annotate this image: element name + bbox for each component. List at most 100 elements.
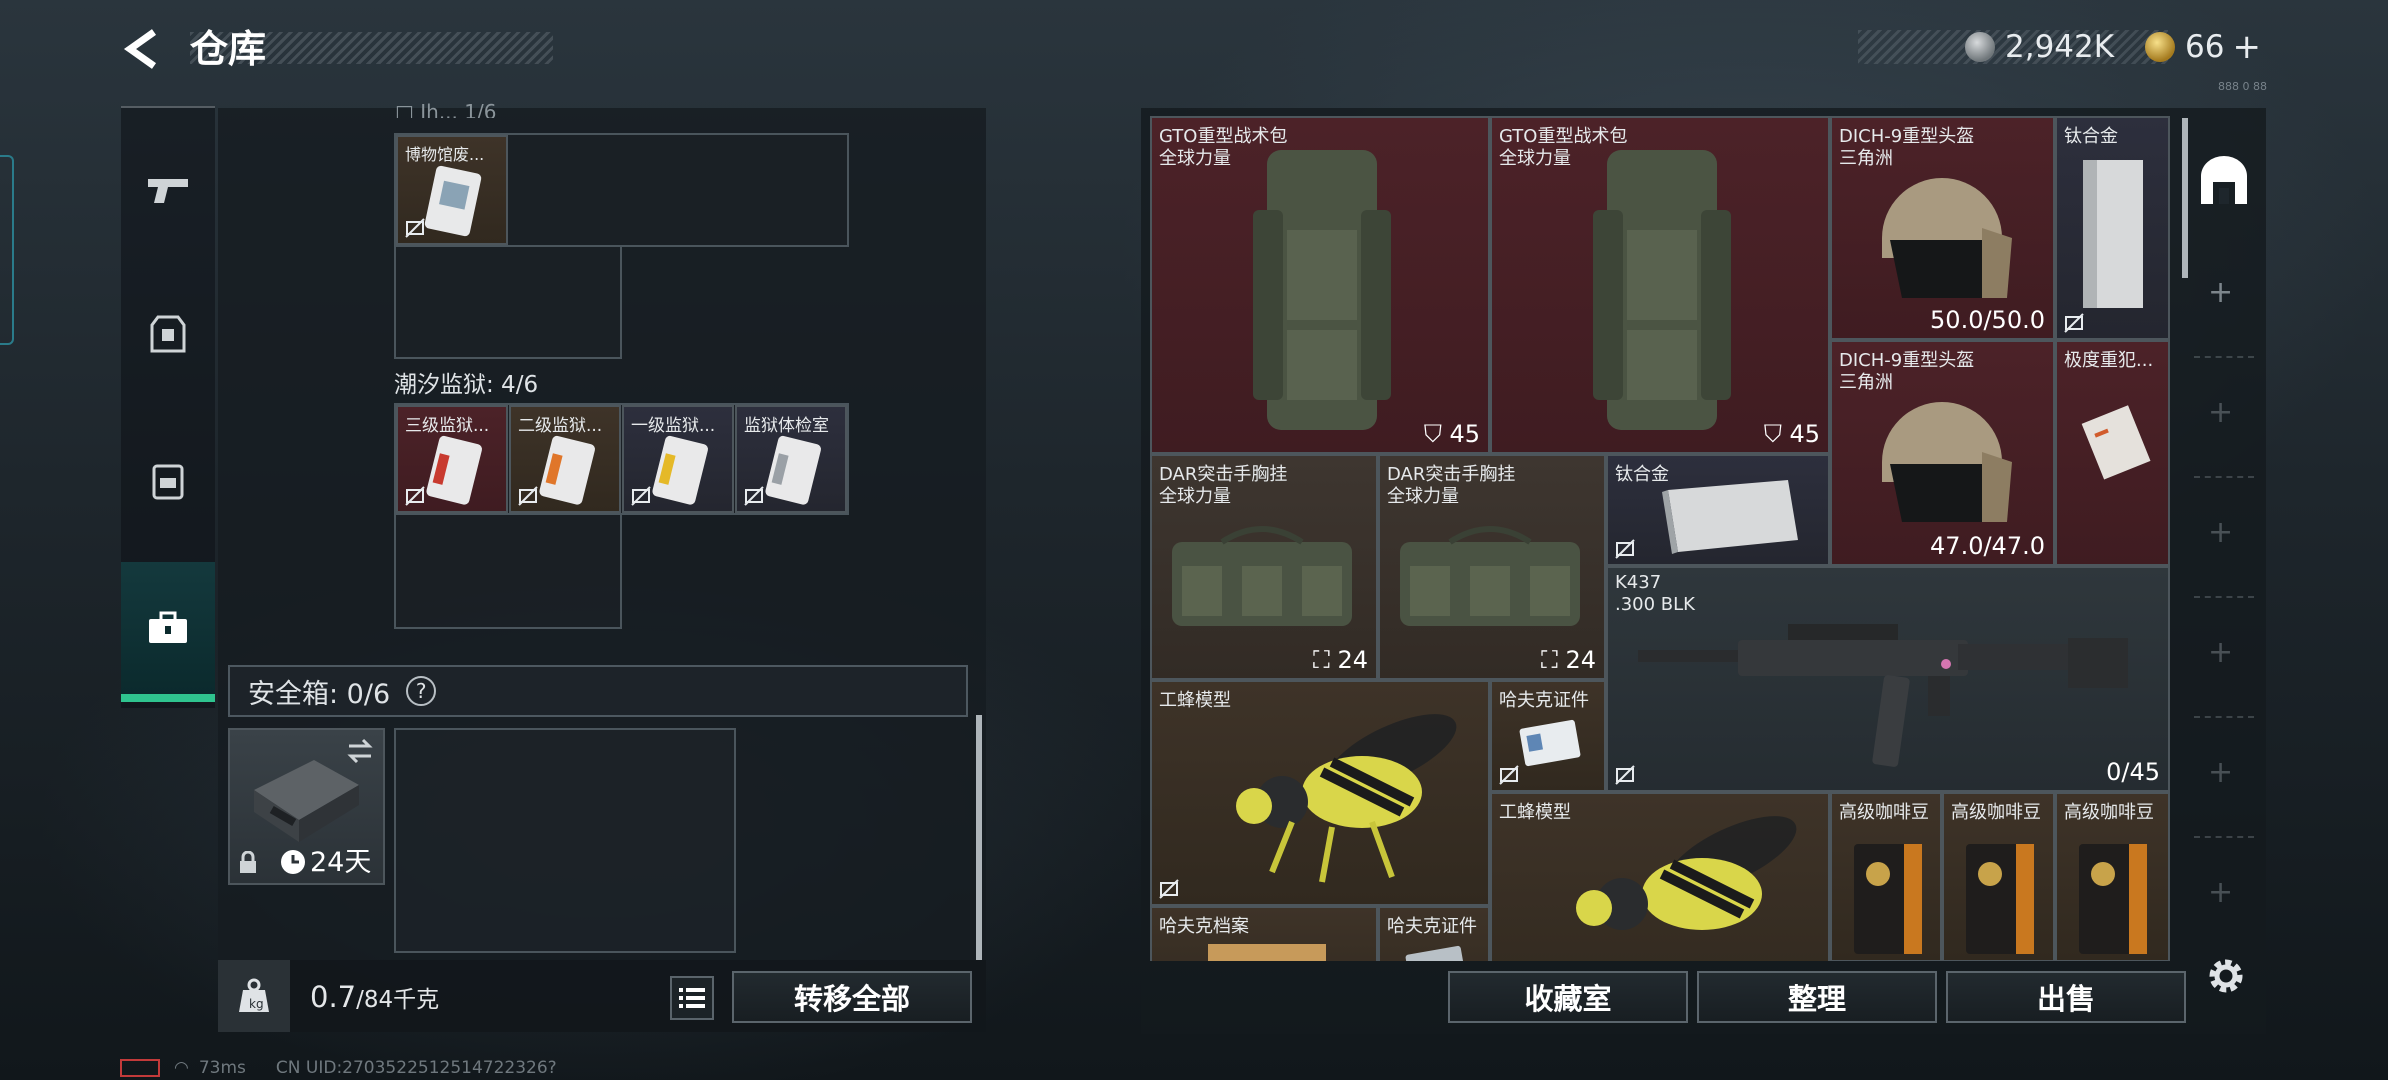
nav-weapons[interactable] xyxy=(121,145,215,235)
transfer-all-button[interactable]: 转移全部 xyxy=(732,971,972,1023)
item-label: 哈夫克证件 xyxy=(1499,690,1589,711)
coffee-bag-image xyxy=(1854,844,1922,954)
capacity-value: 45 xyxy=(1449,420,1480,448)
warehouse-icon xyxy=(2201,156,2247,204)
gold-amount: 66 xyxy=(2185,29,2225,65)
backpack-gto-1[interactable]: GTO重型战术包 全球力量 ⛉ 45 xyxy=(1150,116,1490,454)
nav-backpack[interactable] xyxy=(121,435,215,525)
list-view-button[interactable] xyxy=(670,976,714,1020)
coffee-bag-image xyxy=(2079,844,2147,954)
status-bar: ◠ 73ms CN UID:2703522512514722326? xyxy=(120,1058,557,1078)
gun-icon xyxy=(148,179,188,203)
prison-key-lv2[interactable]: 二级监狱... xyxy=(509,405,621,513)
coin-amount: 2,942K xyxy=(2005,29,2115,65)
helmet-dich9-2[interactable]: DICH-9重型头盔 三角洲 47.0/47.0 xyxy=(1830,340,2055,566)
help-icon[interactable]: ? xyxy=(406,676,437,706)
user-uid: CN UID:2703522512514722326? xyxy=(275,1058,557,1078)
backpack-gto-2[interactable]: GTO重型战术包 全球力量 ⛉ 45 xyxy=(1490,116,1830,454)
keycard-icon xyxy=(426,435,482,505)
lock-icon xyxy=(240,851,256,873)
gold-coin-icon xyxy=(2145,32,2175,62)
add-storage-tab-2[interactable]: + xyxy=(2208,395,2233,430)
metal-plate-image xyxy=(1662,480,1798,554)
add-storage-tab-4[interactable]: + xyxy=(2208,635,2233,670)
left-scrollbar[interactable] xyxy=(976,715,982,960)
backpack-icon xyxy=(152,464,184,500)
premium-coffee-beans-3[interactable]: 高级咖啡豆 xyxy=(2055,792,2170,961)
tab-divider xyxy=(2194,836,2254,838)
no-drop-icon xyxy=(1615,765,1635,785)
add-storage-tab-1[interactable]: + xyxy=(2208,275,2233,310)
gold-balance[interactable]: 66 + xyxy=(2145,27,2261,67)
swap-icon[interactable] xyxy=(345,738,375,764)
prison-clinic-key[interactable]: 监狱体检室 xyxy=(735,405,847,513)
haavk-archive[interactable]: 哈夫克档案 xyxy=(1150,906,1378,961)
battery-icon xyxy=(120,1059,160,1077)
helmet-dich9-1[interactable]: DICH-9重型头盔 三角洲 50.0/50.0 xyxy=(1830,116,2055,340)
settings-button[interactable] xyxy=(2204,954,2248,998)
add-storage-tab-3[interactable]: + xyxy=(2208,515,2233,550)
gear-icon xyxy=(2209,959,2243,993)
chest-rig-dar-1[interactable]: DAR突击手胸挂 全球力量 ⛶ 24 xyxy=(1150,454,1378,680)
prison-key-lv3[interactable]: 三级监狱... xyxy=(396,405,508,513)
worker-bee-model-1[interactable]: 工蜂模型 xyxy=(1150,680,1490,906)
nav-armor[interactable] xyxy=(121,290,215,380)
right-scrollbar[interactable] xyxy=(2182,118,2188,278)
prison-key-lv1[interactable]: 一级监狱... xyxy=(622,405,734,513)
sort-button[interactable]: 整理 xyxy=(1697,971,1937,1023)
list-icon xyxy=(679,988,705,1008)
titanium-alloy-2[interactable]: 钛合金 xyxy=(1606,454,1830,566)
keycard-icon xyxy=(765,435,821,505)
metal-plate-image xyxy=(2083,160,2143,308)
wifi-icon: ◠ xyxy=(174,1058,189,1078)
rifle-k437[interactable]: K437 .300 BLK 0/45 xyxy=(1606,566,2170,792)
no-drop-icon xyxy=(405,486,425,506)
premium-coffee-beans-1[interactable]: 高级咖啡豆 xyxy=(1830,792,1942,961)
add-storage-tab-5[interactable]: + xyxy=(2208,755,2233,790)
nav-items[interactable] xyxy=(121,562,215,702)
item-label: 高级咖啡豆 xyxy=(1839,802,1929,823)
cut-off-label: □ Jh... 1/6 xyxy=(395,100,497,118)
safebox-item[interactable]: 24天 xyxy=(228,728,385,885)
tab-divider xyxy=(2194,596,2254,598)
armor-vest-icon xyxy=(150,315,186,353)
item-capacity: ⛉ 45 xyxy=(1763,420,1820,448)
document-image xyxy=(2081,405,2151,480)
premium-coffee-beans-2[interactable]: 高级咖啡豆 xyxy=(1942,792,2055,961)
backpack-image xyxy=(1253,150,1391,430)
no-drop-icon xyxy=(405,218,425,238)
capacity-value: 24 xyxy=(1565,646,1596,674)
worker-bee-model-2[interactable]: 工蜂模型 xyxy=(1490,792,1830,961)
safebox-grid[interactable] xyxy=(394,728,736,953)
backpack-image xyxy=(1593,150,1731,430)
add-storage-tab-6[interactable]: + xyxy=(2208,875,2233,910)
museum-item-slot[interactable]: 博物馆废... xyxy=(396,135,508,245)
capacity-value: 24 xyxy=(1337,646,1368,674)
container-grid-bottom[interactable] xyxy=(394,245,622,359)
inventory-grid: GTO重型战术包 全球力量 ⛉ 45 GTO重型战术包 全球力量 ⛉ 45 DI… xyxy=(1150,116,2170,961)
safebox-header: 安全箱: 0/6 ? xyxy=(228,665,968,717)
back-button[interactable] xyxy=(120,26,166,72)
add-gold-button[interactable]: + xyxy=(2232,27,2261,67)
keycard-icon xyxy=(539,435,595,505)
no-drop-icon xyxy=(744,486,764,506)
keycard-icon xyxy=(424,165,482,237)
bee-model-image xyxy=(1236,714,1457,883)
durability-value: 50.0/50.0 xyxy=(1930,306,2045,334)
no-drop-icon xyxy=(1615,539,1635,559)
collection-room-button[interactable]: 收藏室 xyxy=(1448,971,1688,1023)
weight-value: 0.7 xyxy=(310,980,357,1014)
item-label: 极度重犯... xyxy=(2064,350,2154,371)
section-title-tide-prison: 潮汐监狱: 4/6 xyxy=(394,372,539,398)
haavk-id-card-2[interactable]: 哈夫克证件 xyxy=(1378,906,1490,961)
helmet-image xyxy=(1882,178,2012,298)
extreme-criminal-item[interactable]: 极度重犯... xyxy=(2055,340,2170,566)
sell-button[interactable]: 出售 xyxy=(1946,971,2186,1023)
storage-tab-main[interactable] xyxy=(2194,145,2254,215)
chest-rig-dar-2[interactable]: DAR突击手胸挂 全球力量 ⛶ 24 xyxy=(1378,454,1606,680)
tab-divider xyxy=(2194,716,2254,718)
prison-grid-bottom[interactable] xyxy=(394,513,622,629)
item-label: 钛合金 xyxy=(2064,126,2118,147)
haavk-id-card-1[interactable]: 哈夫克证件 xyxy=(1490,680,1606,792)
titanium-alloy-1[interactable]: 钛合金 xyxy=(2055,116,2170,340)
